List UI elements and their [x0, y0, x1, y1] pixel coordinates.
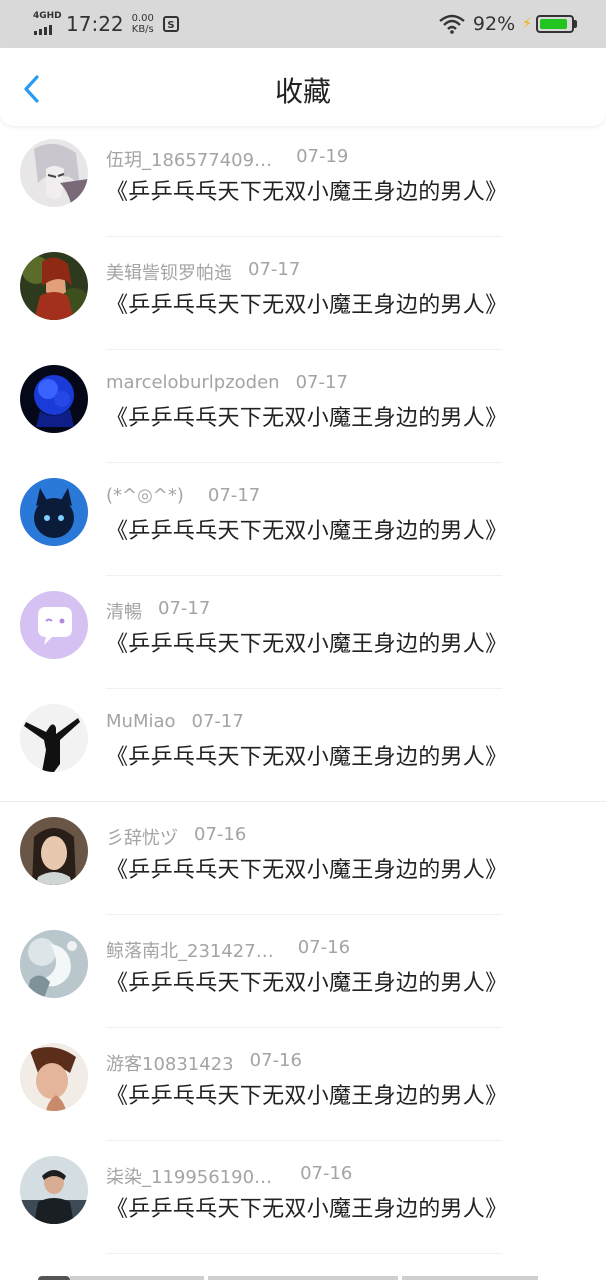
cellular-signal-icon: 4GHD: [33, 9, 62, 39]
avatar[interactable]: [20, 817, 88, 885]
list-item[interactable]: 清暢 07-17 《乒乒乓乓天下无双小魔王身边的男人》: [0, 576, 606, 689]
username[interactable]: 彡辞忧ヅ: [106, 824, 178, 850]
list-item[interactable]: 柒染_119956190… 07-16 《乒乒乓乓天下无双小魔王身边的男人》: [0, 1141, 606, 1254]
username[interactable]: 清暢: [106, 598, 142, 624]
favorite-title[interactable]: 《乒乒乓乓天下无双小魔王身边的男人》: [106, 513, 507, 545]
favorite-date: 07-17: [248, 259, 301, 280]
favorite-date: 07-16: [297, 937, 351, 958]
list-item-partial: [0, 1270, 606, 1280]
username[interactable]: 鲸落南北_231427…: [106, 937, 274, 963]
avatar[interactable]: [20, 930, 88, 998]
nav-header: 收藏: [0, 48, 606, 126]
favorite-title[interactable]: 《乒乒乓乓天下无双小魔王身边的男人》: [106, 626, 507, 658]
username[interactable]: MuMiao: [106, 711, 176, 732]
favorite-date: 07-16: [249, 1050, 302, 1071]
avatar[interactable]: [20, 1043, 88, 1111]
svg-text:S: S: [167, 20, 174, 31]
status-time: 17:22: [66, 12, 124, 36]
list-item[interactable]: marceloburlpzoden 07-17 《乒乒乓乓天下无双小魔王身边的男…: [0, 350, 606, 463]
battery-icon: [536, 15, 577, 33]
list-item[interactable]: MuMiao 07-17 《乒乒乓乓天下无双小魔王身边的男人》: [0, 689, 606, 802]
username[interactable]: 美辑訾钡罗帕迤: [106, 259, 232, 285]
list-item[interactable]: (*^◎^*) 07-17 《乒乒乓乓天下无双小魔王身边的男人》: [0, 463, 606, 576]
bolt-icon: ⚡: [522, 16, 532, 32]
username[interactable]: marceloburlpzoden: [106, 372, 280, 393]
list-item[interactable]: 伍玥_186577409… 07-19 《乒乒乓乓天下无双小魔王身边的男人》: [0, 124, 606, 237]
favorite-date: 07-17: [207, 485, 261, 506]
network-type: 4GHD: [33, 11, 62, 21]
avatar[interactable]: [20, 365, 88, 433]
favorite-date: 07-17: [191, 711, 244, 732]
favorite-title[interactable]: 《乒乒乓乓天下无双小魔王身边的男人》: [106, 739, 507, 771]
battery-fill: [540, 19, 568, 29]
favorite-title[interactable]: 《乒乒乓乓天下无双小魔王身边的男人》: [106, 1078, 507, 1110]
wifi-icon: [439, 14, 465, 34]
avatar[interactable]: [20, 478, 88, 546]
favorite-date: 07-19: [296, 146, 349, 167]
username[interactable]: 柒染_119956190…: [106, 1163, 272, 1189]
list-item[interactable]: 美辑訾钡罗帕迤 07-17 《乒乒乓乓天下无双小魔王身边的男人》: [0, 237, 606, 350]
favorite-date: 07-17: [295, 372, 348, 393]
sim-icon: S: [162, 16, 179, 32]
avatar[interactable]: [20, 1156, 88, 1224]
favorite-title[interactable]: 《乒乒乓乓天下无双小魔王身边的男人》: [106, 852, 507, 884]
username[interactable]: 游客10831423: [106, 1050, 234, 1076]
favorite-title[interactable]: 《乒乒乓乓天下无双小魔王身边的男人》: [106, 400, 507, 432]
favorite-date: 07-16: [300, 1163, 353, 1184]
speed-unit: KB/s: [131, 24, 154, 35]
username[interactable]: 伍玥_186577409…: [106, 146, 272, 172]
favorite-title[interactable]: 《乒乒乓乓天下无双小魔王身边的男人》: [106, 287, 507, 319]
divider: [106, 1253, 502, 1254]
avatar[interactable]: [20, 591, 88, 659]
page-title: 收藏: [274, 75, 331, 108]
list-item[interactable]: 鲸落南北_231427… 07-16 《乒乒乓乓天下无双小魔王身边的男人》: [0, 915, 606, 1028]
favorite-title[interactable]: 《乒乒乓乓天下无双小魔王身边的男人》: [106, 174, 507, 206]
favorite-title[interactable]: 《乒乒乓乓天下无双小魔王身边的男人》: [106, 1191, 507, 1223]
battery-percent: 92%: [472, 13, 516, 35]
favorite-date: 07-17: [158, 598, 211, 619]
favorite-title[interactable]: 《乒乒乓乓天下无双小魔王身边的男人》: [106, 965, 507, 997]
list-item[interactable]: 彡辞忧ヅ 07-16 《乒乒乓乓天下无双小魔王身边的男人》: [0, 802, 606, 915]
avatar[interactable]: [20, 139, 88, 207]
status-bar: 4GHD 17:22 0.00 KB/s S 92% ⚡: [0, 0, 606, 48]
username[interactable]: (*^◎^*): [106, 485, 184, 506]
network-speed: 0.00 KB/s: [132, 13, 154, 35]
list-item[interactable]: 游客10831423 07-16 《乒乒乓乓天下无双小魔王身边的男人》: [0, 1028, 606, 1141]
avatar[interactable]: [20, 252, 88, 320]
avatar[interactable]: [20, 704, 88, 772]
favorite-date: 07-16: [194, 824, 247, 845]
speed-value: 0.00: [131, 13, 154, 24]
